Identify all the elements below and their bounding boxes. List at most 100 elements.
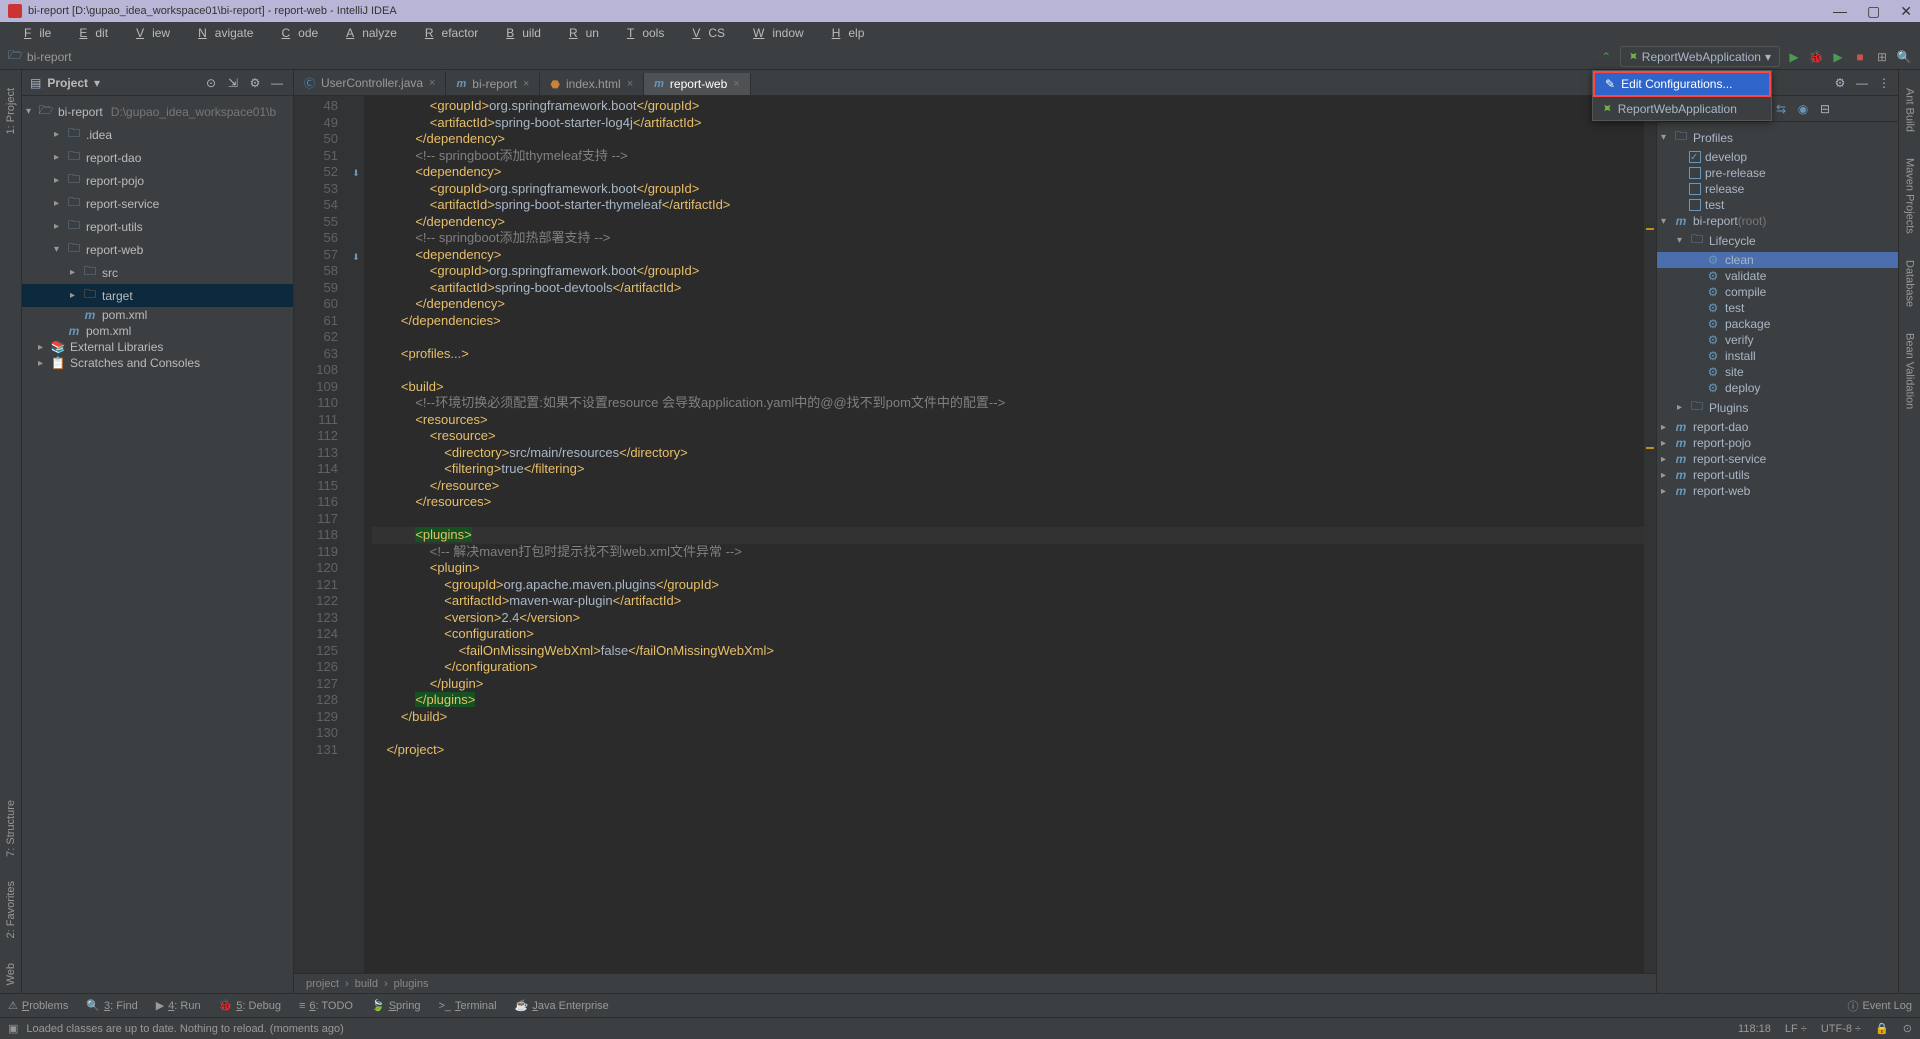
- minimize-button[interactable]: —: [1833, 3, 1847, 20]
- tree-item-pom-xml[interactable]: mpom.xml: [22, 323, 293, 339]
- maven-item-compile[interactable]: ⚙compile: [1657, 284, 1898, 300]
- hide-icon[interactable]: —: [269, 75, 285, 91]
- tree-item-report-dao[interactable]: ▸🗀report-dao: [22, 146, 293, 169]
- breadcrumb-build[interactable]: build: [355, 978, 378, 990]
- maven-item-package[interactable]: ⚙package: [1657, 316, 1898, 332]
- stop-button[interactable]: ■: [1852, 49, 1868, 65]
- maven-item-site[interactable]: ⚙site: [1657, 364, 1898, 380]
- build-icon[interactable]: ⌃: [1598, 49, 1614, 65]
- status-icon[interactable]: ▣: [8, 1022, 18, 1035]
- run-config-selector[interactable]: ⯍ ReportWebApplication ▾: [1620, 46, 1780, 67]
- menu-file[interactable]: File: [8, 24, 59, 42]
- tree-item-report-utils[interactable]: ▸🗀report-utils: [22, 215, 293, 238]
- tool-4-Run[interactable]: ▶4: Run: [156, 999, 201, 1012]
- maven-tree[interactable]: ▾🗀Profilesdeveloppre-releasereleasetest▾…: [1657, 122, 1898, 503]
- git-branch-icon[interactable]: 🔒: [1875, 1022, 1889, 1035]
- project-tree[interactable]: ▾ 🗁 bi-report D:\gupao_idea_workspace01\…: [22, 96, 293, 375]
- file-encoding[interactable]: UTF-8 ÷: [1821, 1023, 1861, 1035]
- close-button[interactable]: ✕: [1900, 3, 1912, 20]
- tree-item--idea[interactable]: ▸🗀.idea: [22, 123, 293, 146]
- tool-3-Find[interactable]: 🔍3: Find: [86, 999, 137, 1012]
- menu-window[interactable]: Window: [737, 24, 812, 42]
- gear-icon[interactable]: ⚙: [1832, 75, 1848, 91]
- breadcrumb-plugins[interactable]: plugins: [394, 978, 429, 990]
- breadcrumb-project[interactable]: project: [306, 978, 339, 990]
- tree-item-pom-xml[interactable]: mpom.xml: [22, 307, 293, 323]
- code-area[interactable]: <groupId>org.springframework.boot</group…: [364, 96, 1656, 973]
- update-project-icon[interactable]: ⊞: [1874, 49, 1890, 65]
- menu-tools[interactable]: Tools: [611, 24, 672, 42]
- memory-indicator[interactable]: ⊙: [1903, 1022, 1912, 1035]
- breadcrumb[interactable]: 🗁 bi-report: [8, 46, 72, 67]
- line-number-gutter[interactable]: 4849505152535455565758596061626310810911…: [294, 96, 348, 973]
- menu-help[interactable]: Help: [816, 24, 873, 42]
- tree-item-report-pojo[interactable]: ▸🗀report-pojo: [22, 169, 293, 192]
- menu-refactor[interactable]: Refactor: [409, 24, 486, 42]
- close-tab-icon[interactable]: ×: [429, 77, 435, 89]
- maven-item-deploy[interactable]: ⚙deploy: [1657, 380, 1898, 396]
- tree-item-report-web[interactable]: ▾🗀report-web: [22, 238, 293, 261]
- scroll-from-source-icon[interactable]: ⊙: [203, 75, 219, 91]
- tree-item-report-service[interactable]: ▸🗀report-service: [22, 192, 293, 215]
- menu-build[interactable]: Build: [490, 24, 549, 42]
- breadcrumb-item[interactable]: bi-report: [27, 50, 72, 64]
- tree-root[interactable]: ▾ 🗁 bi-report D:\gupao_idea_workspace01\…: [22, 100, 293, 123]
- web-tool-button[interactable]: Web: [3, 955, 19, 993]
- more-icon[interactable]: ⋮: [1876, 75, 1892, 91]
- favorites-tool-button[interactable]: 2: Favorites: [3, 873, 19, 946]
- tree-item-src[interactable]: ▸🗀src: [22, 261, 293, 284]
- menu-view[interactable]: View: [120, 24, 178, 42]
- maven-tool-button[interactable]: Maven Projects: [1902, 150, 1918, 242]
- menu-vcs[interactable]: VCS: [676, 24, 733, 42]
- maven-item-report-web[interactable]: ▸mreport-web: [1657, 483, 1898, 499]
- tool-Terminal[interactable]: >_Terminal: [439, 1000, 497, 1012]
- menu-analyze[interactable]: Analyze: [330, 24, 405, 42]
- maven-item-bi-report[interactable]: ▾mbi-report (root): [1657, 213, 1898, 229]
- maven-item-Plugins[interactable]: ▸🗀Plugins: [1657, 396, 1898, 419]
- maven-item-develop[interactable]: develop: [1657, 149, 1898, 165]
- project-view-selector-icon[interactable]: ▤: [30, 76, 41, 90]
- tree-item-External-Libraries[interactable]: ▸📚External Libraries: [22, 339, 293, 355]
- close-tab-icon[interactable]: ×: [627, 78, 633, 90]
- ant-tool-button[interactable]: Ant Build: [1902, 80, 1918, 140]
- show-deps-icon[interactable]: ◉: [1795, 101, 1811, 117]
- maven-item-pre-release[interactable]: pre-release: [1657, 165, 1898, 181]
- debug-button[interactable]: 🐞: [1808, 49, 1824, 65]
- tree-item-target[interactable]: ▸🗀target: [22, 284, 293, 307]
- collapse-all-icon[interactable]: ⇲: [225, 75, 241, 91]
- maven-item-Profiles[interactable]: ▾🗀Profiles: [1657, 126, 1898, 149]
- maven-item-clean[interactable]: ⚙clean: [1657, 252, 1898, 268]
- tab-report-web[interactable]: mreport-web×: [644, 73, 751, 95]
- tool-Spring[interactable]: 🍃Spring: [371, 999, 421, 1012]
- event-log-button[interactable]: ⓘEvent Log: [1847, 998, 1912, 1014]
- tool-6-TODO[interactable]: ≡6: TODO: [299, 1000, 353, 1012]
- chevron-down-icon[interactable]: ▾: [94, 76, 100, 90]
- run-config-item[interactable]: ⯍ ReportWebApplication: [1593, 97, 1771, 120]
- cursor-position[interactable]: 118:18: [1738, 1023, 1771, 1035]
- tool-Problems[interactable]: ⚠Problems: [8, 999, 68, 1012]
- maven-item-validate[interactable]: ⚙validate: [1657, 268, 1898, 284]
- maven-item-report-service[interactable]: ▸mreport-service: [1657, 451, 1898, 467]
- project-tool-button[interactable]: 1: Project: [3, 80, 19, 142]
- maven-item-release[interactable]: release: [1657, 181, 1898, 197]
- editor[interactable]: 4849505152535455565758596061626310810911…: [294, 96, 1656, 973]
- search-everywhere-icon[interactable]: 🔍: [1896, 49, 1912, 65]
- bean-validation-tool-button[interactable]: Bean Validation: [1902, 325, 1918, 417]
- tab-index-html[interactable]: ⬣index.html×: [540, 73, 644, 95]
- database-tool-button[interactable]: Database: [1902, 252, 1918, 315]
- panel-title[interactable]: Project: [47, 76, 88, 90]
- coverage-button[interactable]: ▶: [1830, 49, 1846, 65]
- editor-breadcrumbs[interactable]: project › build › plugins: [294, 973, 1656, 993]
- tool-5-Debug[interactable]: 🐞5: Debug: [219, 999, 281, 1012]
- menu-run[interactable]: Run: [553, 24, 607, 42]
- checkbox[interactable]: [1689, 183, 1701, 195]
- maven-item-report-utils[interactable]: ▸mreport-utils: [1657, 467, 1898, 483]
- maven-item-verify[interactable]: ⚙verify: [1657, 332, 1898, 348]
- structure-tool-button[interactable]: 7: Structure: [3, 792, 19, 865]
- tab-UserController-java[interactable]: ⒸUserController.java×: [294, 71, 446, 95]
- maven-item-report-pojo[interactable]: ▸mreport-pojo: [1657, 435, 1898, 451]
- edit-configurations[interactable]: ✎ Edit Configurations...: [1593, 71, 1771, 97]
- checkbox[interactable]: [1689, 199, 1701, 211]
- tool-Java-Enterprise[interactable]: ☕Java Enterprise: [515, 999, 609, 1012]
- tree-item-Scratches-and-Consoles[interactable]: ▸📋Scratches and Consoles: [22, 355, 293, 371]
